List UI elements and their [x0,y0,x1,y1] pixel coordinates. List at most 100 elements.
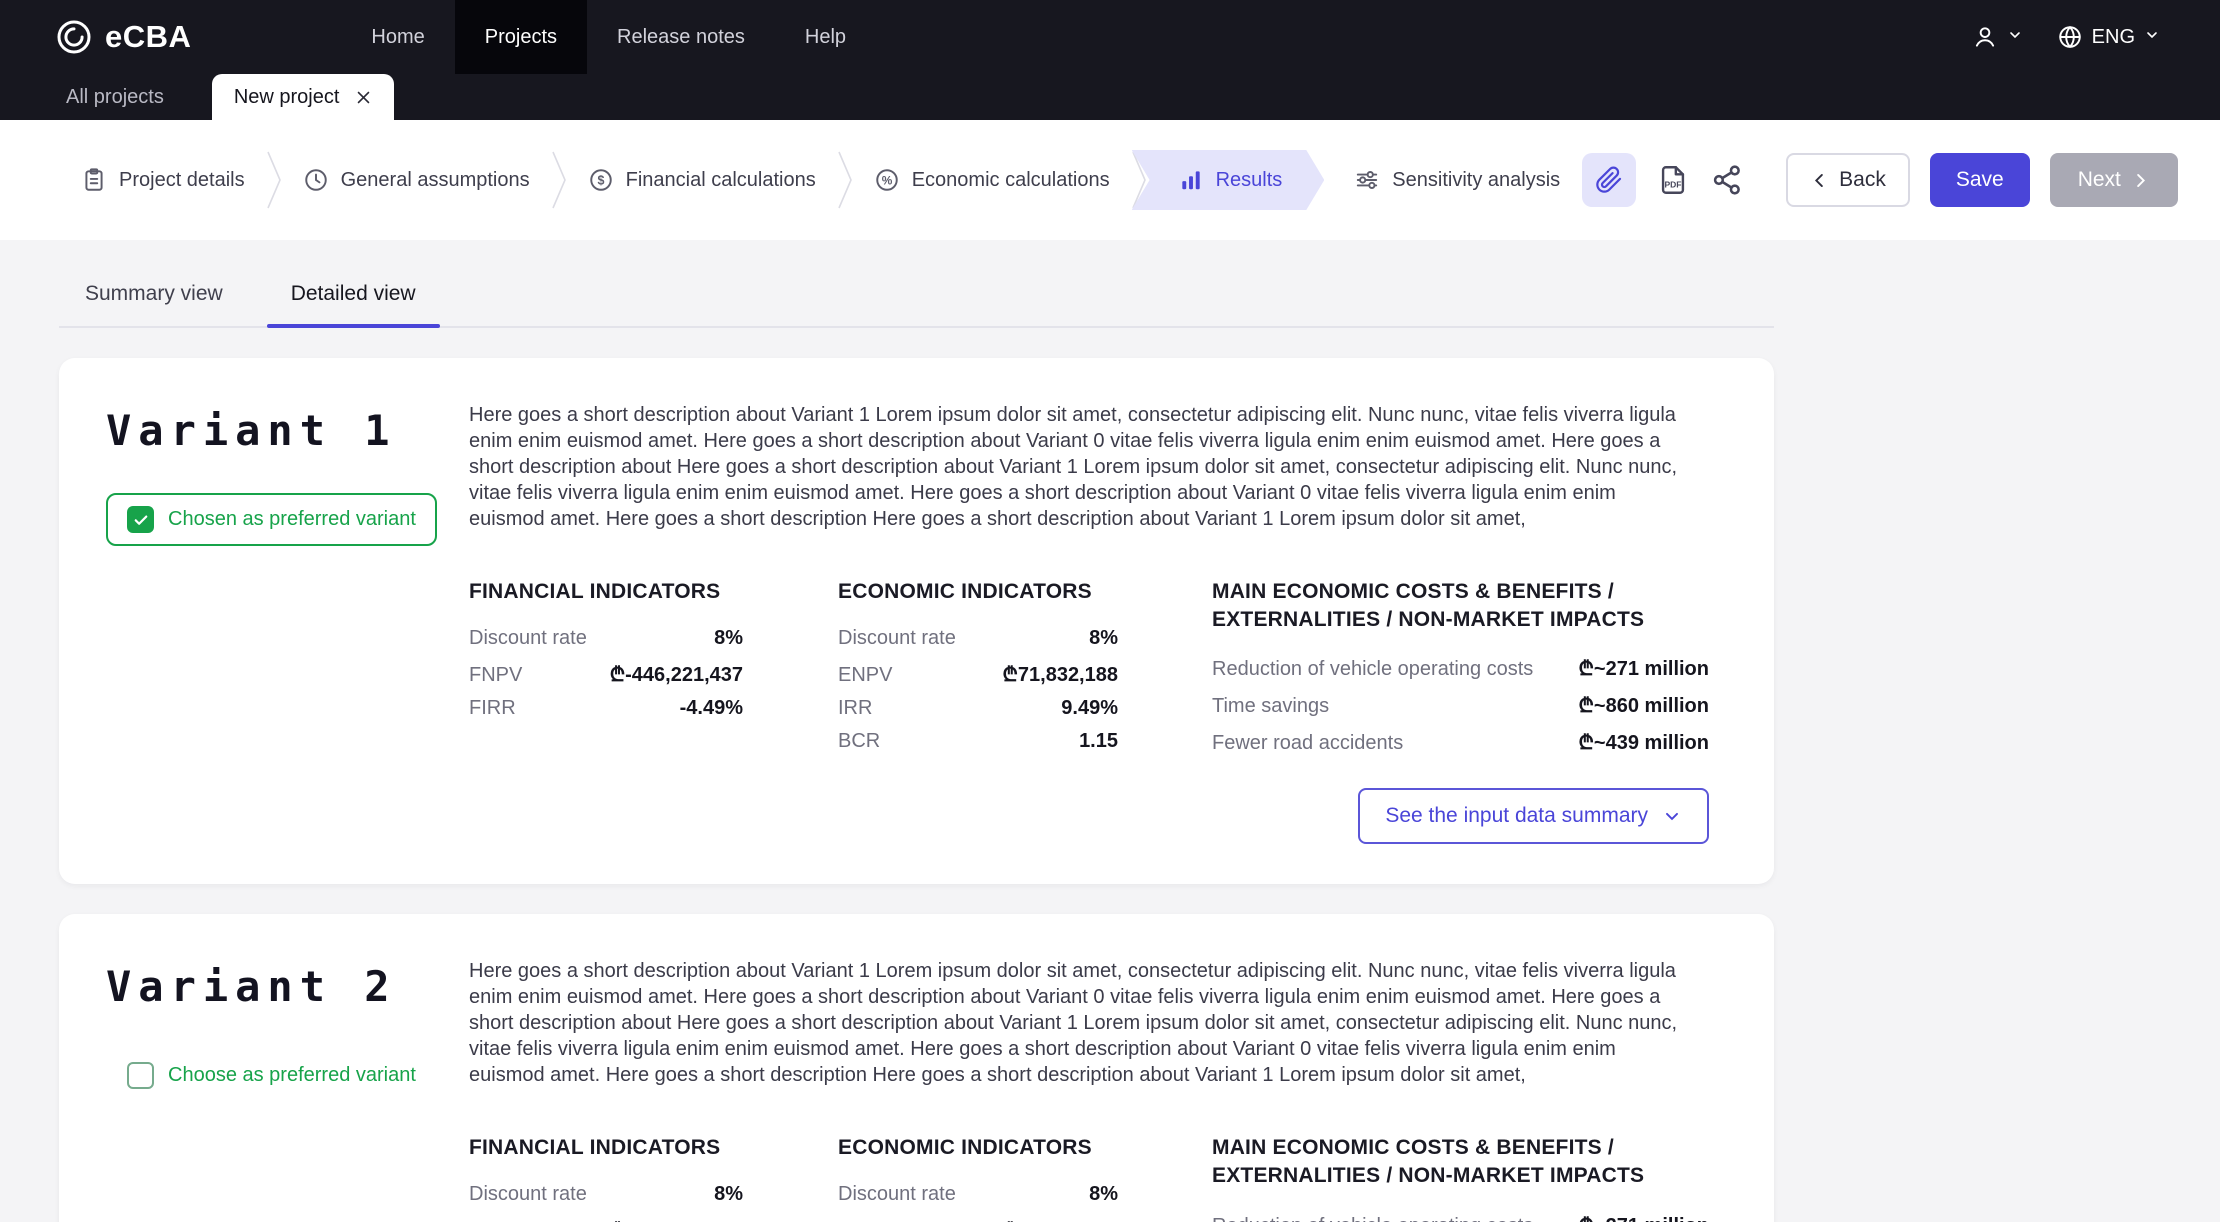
indicator-row: Discount rate 8% [469,622,743,655]
next-button-label: Next [2078,168,2121,192]
clipboard-icon [81,167,107,193]
variant-1-header: Variant 1 Chosen as preferred variant [106,402,469,844]
indicator-label: FIRR [469,697,528,720]
app-logo-text: eCBA [105,19,191,55]
indicator-row: BCR 1.15 [838,725,1118,758]
sliders-icon [1354,167,1380,193]
indicator-label: Discount rate [469,1183,599,1206]
indicator-value: ₾71,832,188 [1002,660,1118,687]
project-tab-bar: All projects New project [0,74,2220,120]
close-icon[interactable] [355,89,372,106]
assumptions-icon [303,167,329,193]
variant-2-indicators: FINANCIAL INDICATORS Discount rate 8% FN… [469,1134,1709,1222]
language-label: ENG [2092,26,2135,49]
step-sensitivity-analysis[interactable]: Sensitivity analysis [1324,150,1582,210]
indicator-value: ₾~439 million [1579,728,1709,755]
svg-text:$: $ [597,174,604,188]
indicator-row: IRR 9.49% [838,692,1118,725]
indicator-label: Discount rate [838,627,968,650]
step-label: Economic calculations [912,169,1110,192]
paperclip-icon [1595,166,1623,194]
step-results[interactable]: Results [1132,150,1325,210]
variant-1-body: Here goes a short description about Vari… [469,402,1709,844]
indicator-row: Reduction of vehicle operating costs ₾~2… [1212,1206,1709,1222]
step-label: Project details [119,169,245,192]
checkbox-checked-icon[interactable] [127,506,154,533]
nav-item-release-notes[interactable]: Release notes [587,0,775,74]
attachments-button[interactable] [1582,153,1636,207]
step-project-details[interactable]: Project details [59,150,267,210]
indicator-row: Discount rate 8% [838,622,1118,655]
chevron-right-icon [2131,171,2150,190]
user-icon [1972,24,1998,50]
indicator-label: Discount rate [469,627,599,650]
indicator-value: ₾28,826,345 [1002,1216,1118,1222]
indicator-value: ₾-489,227,280 [610,1216,743,1222]
indicator-row: Fewer road accidents ₾~439 million [1212,723,1709,760]
impacts-indicators: MAIN ECONOMIC COSTS & BENEFITS / EXTERNA… [1212,1134,1709,1222]
back-button-label: Back [1839,168,1886,192]
preferred-variant-toggle[interactable]: Chosen as preferred variant [106,493,437,546]
nav-item-home[interactable]: Home [341,0,454,74]
nav-item-projects[interactable]: Projects [455,0,587,74]
save-button-label: Save [1956,168,2004,192]
indicator-row: Discount rate 8% [838,1178,1118,1211]
export-pdf-button[interactable]: PDF [1656,163,1690,197]
account-menu[interactable] [1972,24,2023,50]
step-economic-calculations[interactable]: % Economic calculations [852,150,1132,210]
step-general-assumptions[interactable]: General assumptions [281,150,552,210]
bar-chart-icon [1178,167,1204,193]
svg-text:%: % [881,173,892,187]
chevron-down-icon [2144,26,2160,49]
view-tabs: Summary view Detailed view [59,282,1774,328]
language-menu[interactable]: ENG [2057,24,2160,50]
economic-indicators: ECONOMIC INDICATORS Discount rate 8% ENP… [838,1134,1118,1222]
share-button[interactable] [1710,163,1744,197]
preferred-variant-toggle[interactable]: Choose as preferred variant [106,1049,437,1102]
impacts-title: MAIN ECONOMIC COSTS & BENEFITS / EXTERNA… [1212,1134,1709,1189]
indicator-row: Time savings ₾~860 million [1212,686,1709,723]
preferred-variant-label: Chosen as preferred variant [168,508,416,531]
indicator-label: BCR [838,730,892,753]
step-label: Results [1216,169,1283,192]
step-label: Financial calculations [626,169,816,192]
chevron-down-icon [2007,26,2023,49]
pdf-file-icon: PDF [1656,163,1690,197]
top-nav-right: ENG [1972,24,2160,50]
back-button[interactable]: Back [1786,153,1910,207]
tab-detailed-view[interactable]: Detailed view [267,282,440,326]
indicator-value: 8% [714,1183,743,1206]
nav-item-help[interactable]: Help [775,0,876,74]
tab-new-project-label: New project [234,86,340,109]
variant-description: Here goes a short description about Vari… [469,958,1709,1088]
tab-summary-view[interactable]: Summary view [61,282,247,326]
financial-indicators-title: FINANCIAL INDICATORS [469,578,743,606]
next-button[interactable]: Next [2050,153,2178,207]
indicator-label: Discount rate [838,1183,968,1206]
input-data-summary-button[interactable]: See the input data summary [1358,788,1709,844]
step-separator-icon [267,151,281,209]
stepper: Project details General assumptions $ Fi… [59,150,1582,210]
step-label: General assumptions [341,169,530,192]
tab-all-projects[interactable]: All projects [66,86,164,109]
indicator-value: 8% [714,627,743,650]
financial-indicators-title: FINANCIAL INDICATORS [469,1134,743,1162]
app-logo[interactable]: eCBA [56,19,191,55]
checkbox-unchecked-icon[interactable] [127,1062,154,1089]
variant-2-card: Variant 2 Choose as preferred variant He… [59,914,1774,1222]
tab-new-project[interactable]: New project [212,74,395,120]
step-label: Sensitivity analysis [1392,169,1560,192]
step-financial-calculations[interactable]: $ Financial calculations [566,150,838,210]
indicator-label: IRR [838,697,884,720]
indicator-value: -4.49% [680,697,743,720]
variant-2-body: Here goes a short description about Vari… [469,958,1709,1222]
preferred-variant-label: Choose as preferred variant [168,1064,416,1087]
svg-text:PDF: PDF [1665,180,1682,190]
financial-indicators: FINANCIAL INDICATORS Discount rate 8% FN… [469,578,743,760]
main-nav: Home Projects Release notes Help [341,0,876,74]
indicator-row: FNPV ₾-489,227,280 [469,1211,743,1222]
indicator-label: FNPV [469,664,534,687]
indicator-value: 1.15 [1079,730,1118,753]
indicator-row: Reduction of vehicle operating costs ₾~2… [1212,649,1709,686]
save-button[interactable]: Save [1930,153,2030,207]
